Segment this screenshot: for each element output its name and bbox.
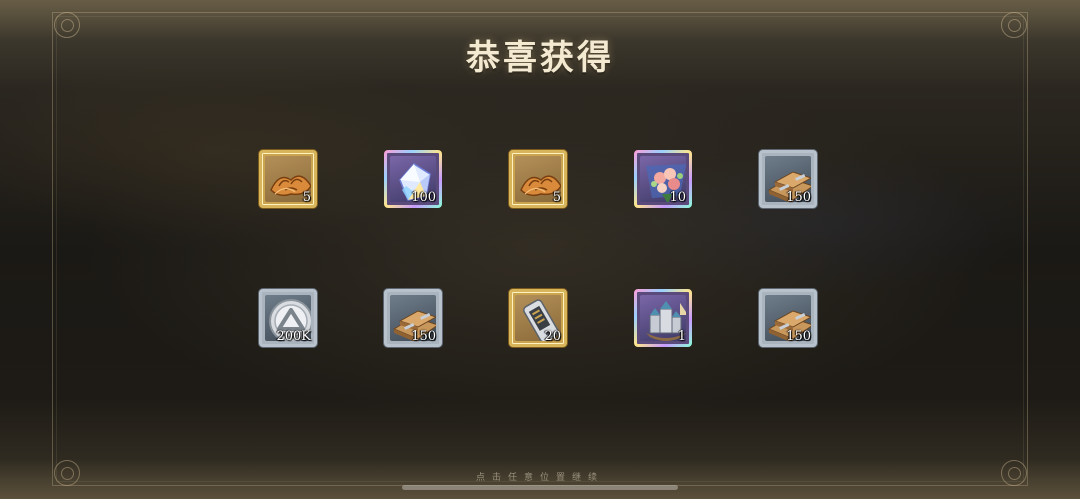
reward-quantity: 100 [411,190,436,205]
reward-quantity: 150 [786,329,811,344]
reward-quantity: 150 [786,190,811,205]
reward-quantity: 5 [552,190,561,205]
reward-quantity: 200K [276,329,311,344]
decorative-inner-frame [56,16,1024,482]
reward-quantity: 20 [544,329,561,344]
reward-item-castle-ship[interactable]: 1 [634,289,692,347]
reward-quantity: 1 [677,329,686,344]
reward-item-wood-planks[interactable]: 150 [759,289,817,347]
home-indicator-bar[interactable] [402,485,678,490]
reward-item-crystal[interactable]: 100 [384,150,442,208]
corner-ornament-icon [54,460,80,486]
tap-to-continue-hint: 点击任意位置继续 [475,473,604,483]
reward-item-silver-coin[interactable]: 200K [259,289,317,347]
reward-quantity: 5 [302,190,311,205]
reward-item-croissant[interactable]: 5 [259,150,317,208]
reward-quantity: 150 [411,329,436,344]
reward-item-flower-bouquet[interactable]: 10 [634,150,692,208]
reward-item-wood-planks[interactable]: 150 [384,289,442,347]
reward-item-croissant[interactable]: 5 [509,150,567,208]
corner-ornament-icon [1001,460,1027,486]
reward-quantity: 10 [669,190,686,205]
reward-item-ticket-device[interactable]: 20 [509,289,567,347]
reward-item-wood-planks[interactable]: 150 [759,150,817,208]
reward-title: 恭喜获得 [466,38,614,78]
reward-screen[interactable]: 恭喜获得 5 100 5 10 150 200K 150 20 1 150 点击… [0,0,1080,499]
